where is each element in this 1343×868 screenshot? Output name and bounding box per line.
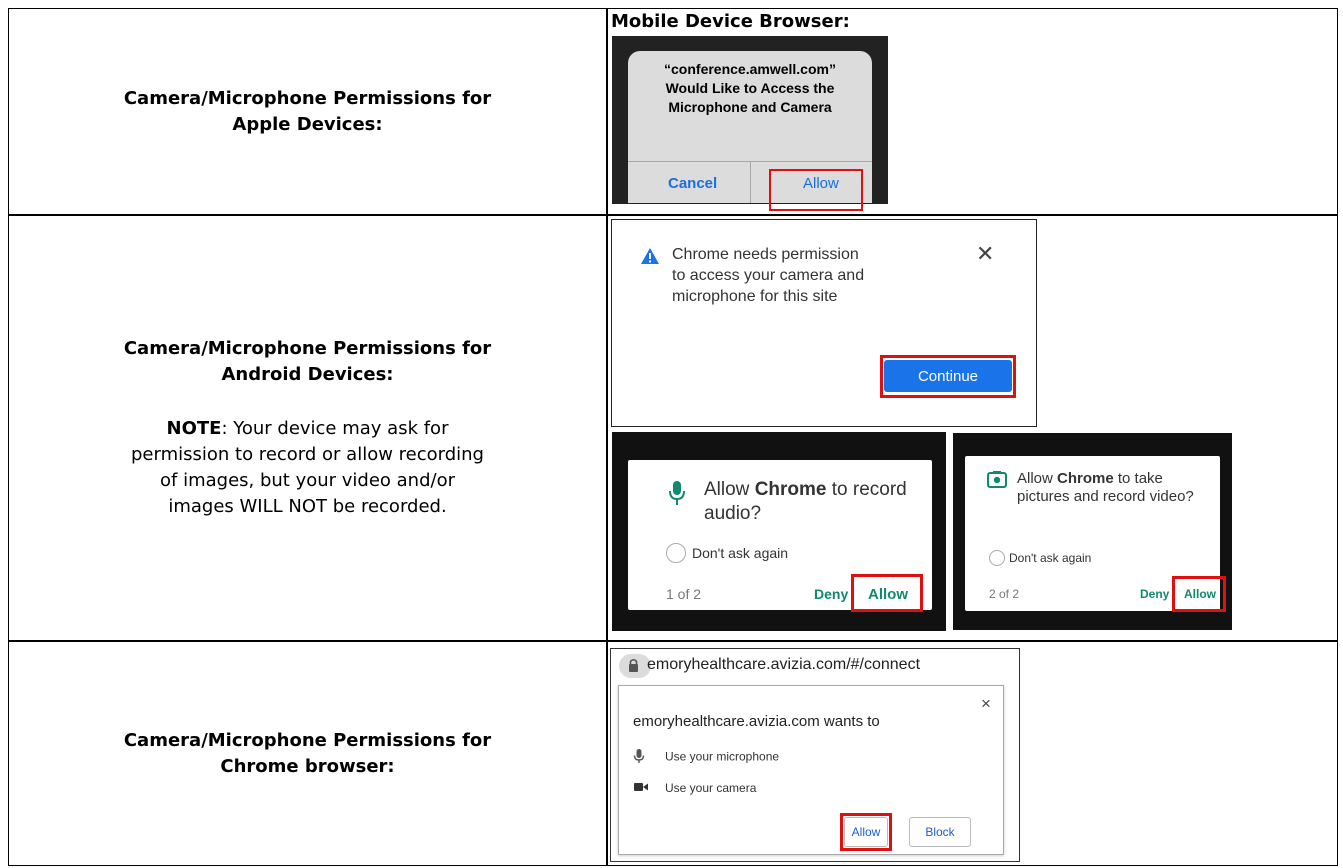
chrome-message-line-3: microphone for this site [672, 288, 838, 305]
apple-title-line-2: Apple Devices: [232, 113, 383, 135]
audio-title-app: Chrome [754, 479, 827, 500]
mobile-device-browser-label: Mobile Device Browser: [611, 11, 850, 32]
android-title-line-2: Android Devices: [221, 364, 394, 385]
close-icon[interactable]: × [981, 694, 991, 714]
ios-message-line-2: Would Like to Access the [665, 80, 835, 96]
microphone-icon [669, 481, 685, 505]
apple-title-line-1: Camera/Microphone Permissions for [123, 87, 492, 109]
chrome-message-line-2: to access your camera and [672, 267, 865, 284]
permission-camera: Use your camera [633, 781, 756, 796]
permission-microphone: Use your microphone [633, 748, 779, 767]
video-camera-icon [633, 781, 651, 796]
deny-button[interactable]: Deny [814, 586, 848, 602]
deny-button[interactable]: Deny [1140, 587, 1169, 601]
ios-alert-dialog: “conference.amwell.com” Would Like to Ac… [628, 51, 872, 211]
apple-title-cell: Camera/Microphone Permissions for Apple … [9, 9, 606, 214]
permission-camera-label: Use your camera [665, 781, 757, 795]
url-text: emoryhealthcare.avizia.com/#/connect [647, 656, 921, 673]
close-icon[interactable]: ✕ [976, 241, 994, 267]
chrome-permission-prompt: Chrome needs permission to access your c… [611, 219, 1037, 427]
note-label: NOTE [166, 418, 222, 439]
chrome-title-cell: Camera/Microphone Permissions for Chrome… [9, 642, 606, 866]
dont-ask-again-radio[interactable] [989, 550, 1005, 566]
android-title-line-1: Camera/Microphone Permissions for [123, 338, 492, 359]
block-button[interactable]: Block [909, 817, 971, 847]
ios-button-divider [750, 162, 751, 203]
camera-icon [987, 471, 1007, 488]
dont-ask-again-label: Don't ask again [1009, 551, 1092, 565]
note-line-2: permission to record or allow recording [131, 444, 484, 465]
allow-highlight [840, 813, 892, 851]
chrome-prompt-message: Chrome needs permission to access your c… [672, 244, 962, 307]
address-bar[interactable]: emoryhealthcare.avizia.com/#/connect [611, 649, 1019, 683]
android-audio-title: Allow Chrome to record audio? [704, 478, 924, 526]
android-camera-title: Allow Chrome to take pictures and record… [1017, 470, 1217, 506]
ios-alert-message: “conference.amwell.com” Would Like to Ac… [636, 60, 864, 117]
chrome-desktop-screenshot: emoryhealthcare.avizia.com/#/connect × e… [610, 648, 1020, 862]
ios-message-line-3: Microphone and Camera [668, 99, 832, 115]
popup-heading: emoryhealthcare.avizia.com wants to [633, 713, 880, 730]
chrome-title-line-1: Camera/Microphone Permissions for [123, 730, 492, 751]
audio-title-pre: Allow [704, 479, 755, 500]
android-audio-dialog: Allow Chrome to record audio? Don't ask … [628, 460, 932, 612]
site-permission-popup: × emoryhealthcare.avizia.com wants to Us… [618, 685, 1004, 855]
android-camera-dialog: Allow Chrome to take pictures and record… [965, 456, 1226, 612]
ios-permission-screenshot: “conference.amwell.com” Would Like to Ac… [612, 36, 888, 211]
permission-microphone-label: Use your microphone [665, 749, 780, 764]
android-title-cell: Camera/Microphone Permissions for Androi… [9, 216, 606, 640]
chrome-title-line-2: Chrome browser: [220, 756, 395, 777]
dont-ask-again-radio[interactable] [666, 543, 686, 563]
camera-title-app: Chrome [1057, 470, 1114, 487]
android-note: NOTE: Your device may ask for permission… [131, 416, 484, 520]
note-line-3: of images, but your video and/or [160, 470, 455, 491]
note-line-1: : Your device may ask for [221, 418, 449, 439]
step-counter: 1 of 2 [666, 586, 702, 602]
allow-highlight [1172, 576, 1226, 612]
note-line-4: images WILL NOT be recorded. [168, 496, 447, 517]
android-audio-prompt-screenshot: Allow Chrome to record audio? Don't ask … [612, 432, 946, 631]
android-camera-prompt-screenshot: Allow Chrome to take pictures and record… [953, 433, 1232, 630]
ios-cancel-button[interactable]: Cancel [668, 175, 717, 192]
continue-highlight [880, 355, 1016, 398]
step-counter: 2 of 2 [989, 587, 1020, 601]
column-divider [606, 9, 608, 865]
warning-icon [641, 248, 659, 264]
ios-allow-highlight [769, 169, 863, 211]
camera-title-pre: Allow [1017, 470, 1058, 487]
chrome-message-line-1: Chrome needs permission [672, 246, 859, 263]
ios-message-line-1: “conference.amwell.com” [664, 61, 836, 77]
dont-ask-again-label: Don't ask again [692, 545, 789, 561]
allow-highlight [851, 574, 923, 612]
microphone-icon [633, 748, 651, 767]
